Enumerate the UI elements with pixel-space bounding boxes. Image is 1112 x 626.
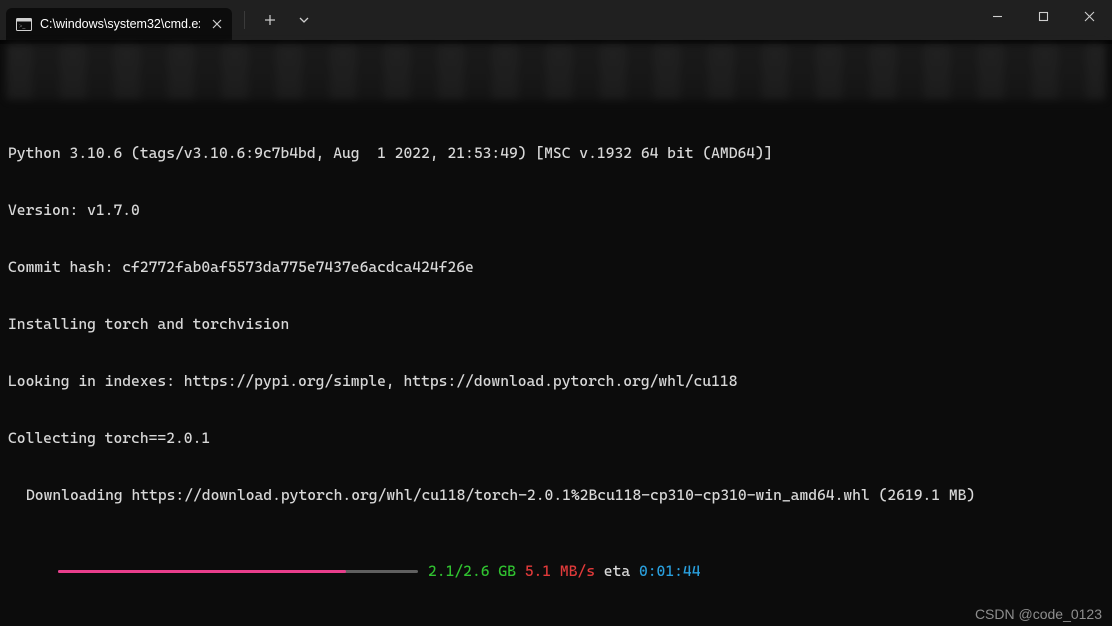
progress-eta-label: eta [604,562,630,581]
window-controls [974,0,1112,40]
close-button[interactable] [1066,0,1112,32]
progress-bar [58,570,418,573]
terminal-body[interactable]: Python 3.10.6 (tags/v3.10.6:9c7b4bd, Aug… [0,44,1112,626]
output-line: Commit hash: cf2772fab0af5573da775e7437e… [8,258,1112,277]
new-tab-button[interactable] [255,5,285,35]
redacted-region [6,44,1106,100]
tab-cmd[interactable]: >_ C:\windows\system32\cmd.exe [6,8,232,40]
tab-divider [244,11,245,29]
cmd-icon: >_ [16,17,32,31]
progress-speed: 5.1 MB/s [525,562,595,581]
output-line: Python 3.10.6 (tags/v3.10.6:9c7b4bd, Aug… [8,144,1112,163]
output-line-download: Downloading https://download.pytorch.org… [8,486,1112,505]
output-line: Collecting torch==2.0.1 [8,429,1112,448]
terminal-content: Python 3.10.6 (tags/v3.10.6:9c7b4bd, Aug… [0,44,1112,619]
terminal-lines: Python 3.10.6 (tags/v3.10.6:9c7b4bd, Aug… [0,106,1112,619]
maximize-button[interactable] [1020,0,1066,32]
progress-bar-fill [58,570,346,573]
output-line: Looking in indexes: https://pypi.org/sim… [8,372,1112,391]
svg-text:>_: >_ [19,24,26,30]
progress-eta-value: 0:01:44 [639,562,701,581]
tab-close-button[interactable] [208,15,226,33]
tab-actions [238,0,319,40]
watermark: CSDN @code_0123 [975,606,1102,622]
progress-line: 2.1/2.6 GB 5.1 MB/s eta 0:01:44 [8,562,1112,581]
tab-dropdown-button[interactable] [289,5,319,35]
progress-size: 2.1/2.6 GB [428,562,516,581]
output-line: Installing torch and torchvision [8,315,1112,334]
minimize-button[interactable] [974,0,1020,32]
tab-title: C:\windows\system32\cmd.exe [40,17,200,31]
titlebar: >_ C:\windows\system32\cmd.exe [0,0,1112,40]
output-line: Version: v1.7.0 [8,201,1112,220]
